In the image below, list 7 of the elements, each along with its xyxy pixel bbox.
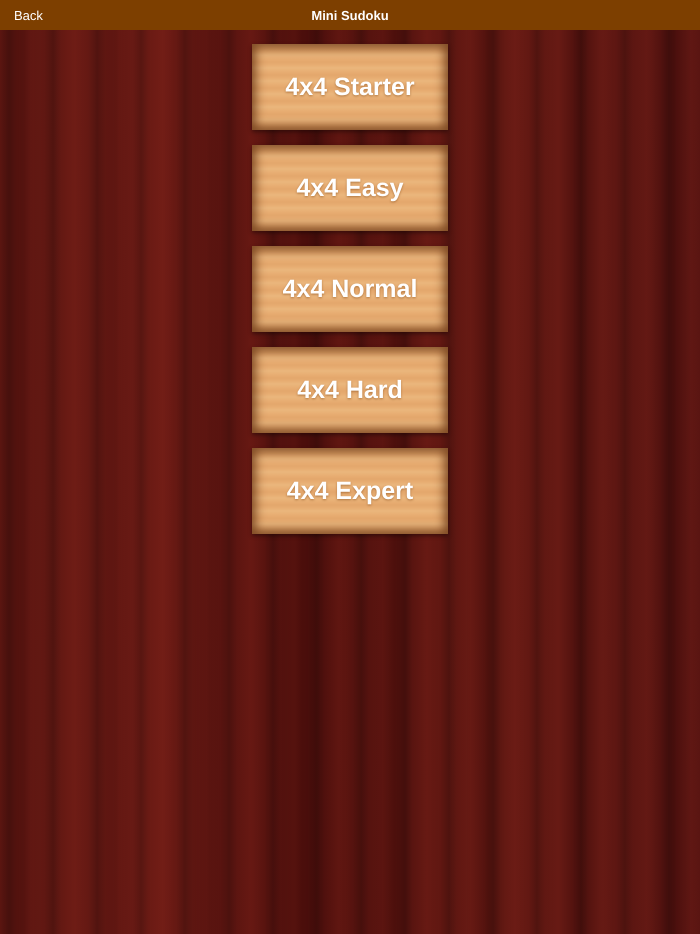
level-button[interactable]: 4x4 Expert [252, 448, 448, 534]
level-button[interactable]: 4x4 Starter [252, 44, 448, 130]
level-button[interactable]: 4x4 Easy [252, 145, 448, 231]
screen-title: Mini Sudoku [311, 8, 389, 22]
level-button[interactable]: 4x4 Hard [252, 347, 448, 433]
back-link[interactable]: Back [14, 8, 43, 22]
level-button[interactable]: 4x4 Normal [252, 246, 448, 332]
